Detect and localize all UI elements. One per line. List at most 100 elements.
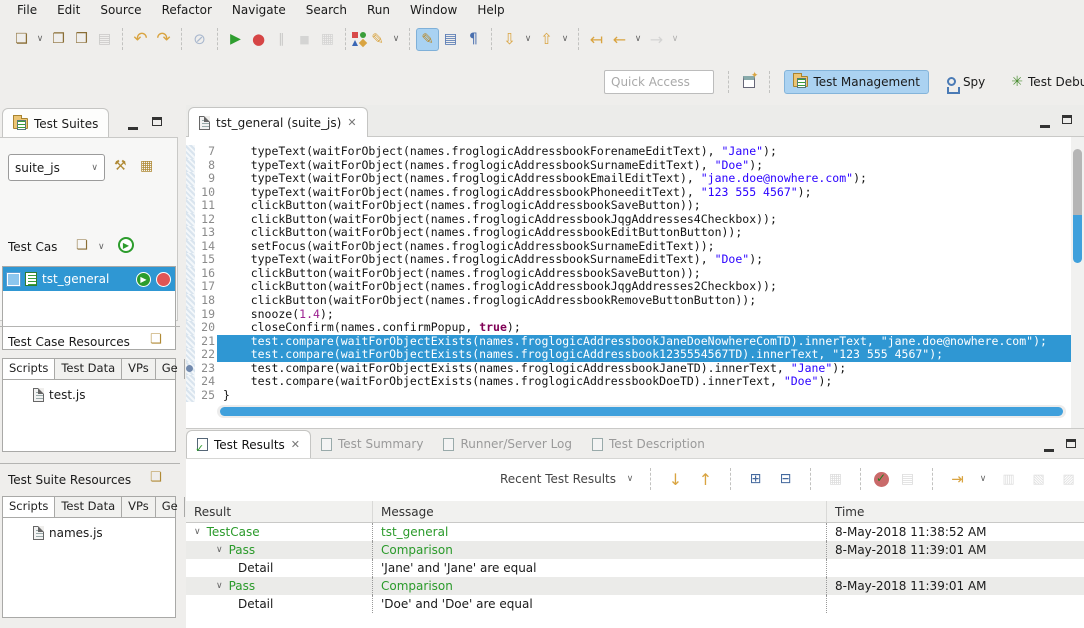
test-suites-tab[interactable]: Test Suites xyxy=(2,108,109,138)
quick-access-input[interactable] xyxy=(604,70,714,94)
editor-tab[interactable]: tst_general (suite_js) ✕ xyxy=(188,107,368,137)
record-icon[interactable]: ● xyxy=(247,28,270,51)
back-icon[interactable]: ← xyxy=(608,28,631,51)
results-tab-test-results[interactable]: Test Results✕ xyxy=(186,430,311,458)
code-line-24[interactable]: 24 test.compare(waitForObjectExists(name… xyxy=(186,375,1071,389)
maximize-panel-button[interactable] xyxy=(152,115,162,129)
test-case-checkbox[interactable] xyxy=(7,273,20,286)
menu-file[interactable]: File xyxy=(8,1,46,19)
code-line-13[interactable]: 13 clickButton(waitForObject(names.frogl… xyxy=(186,226,1071,240)
close-icon[interactable]: ✕ xyxy=(291,438,300,451)
jump-to-next-icon[interactable]: ↓ xyxy=(664,468,687,491)
minimize-panel-button[interactable] xyxy=(128,119,138,133)
back-chevron[interactable]: ∨ xyxy=(631,28,645,51)
expand-chevron-icon[interactable]: ∨ xyxy=(216,581,223,591)
perspective-test-debugging[interactable]: ✳Test Debugging xyxy=(1003,70,1084,94)
vertical-scrollbar[interactable] xyxy=(1071,137,1084,428)
new-test-case-chevron[interactable]: ∨ xyxy=(98,242,105,252)
code-line-16[interactable]: 16 clickButton(waitForObject(names.frogl… xyxy=(186,267,1071,281)
show-details-icon[interactable]: ▤ xyxy=(896,468,919,491)
column-result[interactable]: Result xyxy=(186,505,372,519)
undo-icon[interactable]: ↶ xyxy=(129,28,152,51)
code-line-22[interactable]: 22 test.compare(waitForObjectExists(name… xyxy=(186,348,1071,362)
table-row[interactable]: ∨TestCasetst_general8-May-2018 11:38:52 … xyxy=(186,523,1084,541)
expand-chevron-icon[interactable]: ∨ xyxy=(216,545,223,555)
jump-to-previous-icon[interactable]: ↑ xyxy=(694,468,717,491)
results-tab-runner-server-log[interactable]: Runner/Server Log xyxy=(433,430,582,458)
code-line-21[interactable]: 21 test.compare(waitForObjectExists(name… xyxy=(186,335,1071,349)
code-line-10[interactable]: 10 typeText(waitForObject(names.froglogi… xyxy=(186,186,1071,200)
export-results-icon[interactable]: ▥ xyxy=(997,468,1020,491)
spy-tool-icon[interactable]: ✎ xyxy=(366,28,389,51)
open-test-suite-icon[interactable]: ❒ xyxy=(70,28,93,51)
spy-tool-chevron[interactable]: ∨ xyxy=(389,28,403,51)
code-line-19[interactable]: 19 snooze(1.4); xyxy=(186,308,1071,322)
show-passes-icon[interactable] xyxy=(874,472,889,487)
divider[interactable] xyxy=(0,326,180,327)
redo-icon[interactable]: ↷ xyxy=(152,28,175,51)
expand-chevron-icon[interactable]: ∨ xyxy=(194,527,201,537)
new-test-suite-icon[interactable]: ❏ xyxy=(10,28,33,51)
resource-tab-test-data[interactable]: Test Data xyxy=(55,359,122,379)
results-tab-test-description[interactable]: Test Description xyxy=(582,430,715,458)
close-icon[interactable]: ✕ xyxy=(347,116,356,129)
menu-search[interactable]: Search xyxy=(297,1,356,19)
previous-annotation-chevron[interactable]: ∨ xyxy=(558,28,572,51)
menu-run[interactable]: Run xyxy=(358,1,399,19)
suite-settings-icon[interactable]: ⚒ xyxy=(114,158,127,174)
code-line-9[interactable]: 9 typeText(waitForObject(names.froglogic… xyxy=(186,172,1071,186)
run-test-case-icon[interactable]: ▶ xyxy=(136,272,151,287)
recent-test-results-label[interactable]: Recent Test Results xyxy=(500,472,616,486)
previous-annotation-icon[interactable]: ⇧ xyxy=(535,28,558,51)
new-test-suite-chevron[interactable]: ∨ xyxy=(33,28,47,51)
code-line-12[interactable]: 12 clickButton(waitForObject(names.frogl… xyxy=(186,213,1071,227)
resource-file-row[interactable]: test.js xyxy=(3,380,175,402)
suite-config-icon[interactable]: ▦ xyxy=(140,158,153,174)
horizontal-scrollbar[interactable] xyxy=(217,405,1066,418)
code-line-18[interactable]: 18 clickButton(waitForObject(names.frogl… xyxy=(186,294,1071,308)
new-test-case-icon[interactable]: ❏ xyxy=(76,238,88,253)
next-difference-chevron[interactable]: ∨ xyxy=(976,468,990,491)
resource-tab-vps[interactable]: VPs xyxy=(122,497,156,517)
last-edit-location-icon[interactable]: ↤ xyxy=(585,28,608,51)
run-test-suite-icon[interactable]: ▶ xyxy=(224,28,247,51)
show-whitespace-icon[interactable]: ¶ xyxy=(462,28,485,51)
code-line-7[interactable]: 7 typeText(waitForObject(names.froglogic… xyxy=(186,145,1071,159)
test-case-row[interactable]: tst_general ▶ xyxy=(3,267,175,291)
new-test-case-icon[interactable]: ❐ xyxy=(47,28,70,51)
pause-icon[interactable]: ∥ xyxy=(270,28,293,51)
results-tab-test-summary[interactable]: Test Summary xyxy=(311,430,433,458)
code-line-25[interactable]: 25} xyxy=(186,389,1071,403)
stop-icon[interactable]: ■ xyxy=(293,28,316,51)
screenshot-icon[interactable]: ▦ xyxy=(824,468,847,491)
divider[interactable] xyxy=(0,463,180,464)
table-row[interactable]: ∨PassComparison8-May-2018 11:39:01 AM xyxy=(186,577,1084,595)
next-difference-icon[interactable]: ⇥ xyxy=(946,468,969,491)
resource-file-row[interactable]: names.js xyxy=(3,518,175,540)
object-map-icon[interactable] xyxy=(352,32,366,46)
minimize-editor-button[interactable] xyxy=(1040,117,1050,131)
resource-tab-scripts[interactable]: Scripts xyxy=(3,359,55,379)
table-row[interactable]: Detail'Doe' and 'Doe' are equal xyxy=(186,595,1084,613)
stop-test-case-icon[interactable] xyxy=(156,272,171,287)
table-row[interactable]: ∨PassComparison8-May-2018 11:39:01 AM xyxy=(186,541,1084,559)
forward-icon[interactable]: → xyxy=(645,28,668,51)
code-line-17[interactable]: 17 clickButton(waitForObject(names.frogl… xyxy=(186,280,1071,294)
highlight-icon[interactable]: ✎ xyxy=(416,28,439,51)
expand-all-icon[interactable]: ⊞ xyxy=(744,468,767,491)
interrupt-icon[interactable]: ⊘ xyxy=(188,28,211,51)
save-icon[interactable]: ▤ xyxy=(93,28,116,51)
menu-source[interactable]: Source xyxy=(91,1,150,19)
new-resource-icon[interactable]: ❏ xyxy=(150,470,162,485)
suite-selector[interactable]: suite_js ∨ xyxy=(8,154,105,181)
resource-tab-ge[interactable]: Ge xyxy=(156,497,185,517)
recent-results-chevron[interactable]: ∨ xyxy=(623,468,637,491)
perspective-spy[interactable]: Spy xyxy=(939,71,993,93)
code-line-23[interactable]: 23 test.compare(waitForObjectExists(name… xyxy=(186,362,1071,376)
code-line-20[interactable]: 20 closeConfirm(names.confirmPopup, true… xyxy=(186,321,1071,335)
column-message[interactable]: Message xyxy=(372,501,826,522)
code-editor[interactable]: 7 typeText(waitForObject(names.froglogic… xyxy=(186,137,1084,428)
menu-refactor[interactable]: Refactor xyxy=(153,1,221,19)
perspective-test-management[interactable]: Test Management xyxy=(784,70,929,94)
code-line-8[interactable]: 8 typeText(waitForObject(names.froglogic… xyxy=(186,159,1071,173)
